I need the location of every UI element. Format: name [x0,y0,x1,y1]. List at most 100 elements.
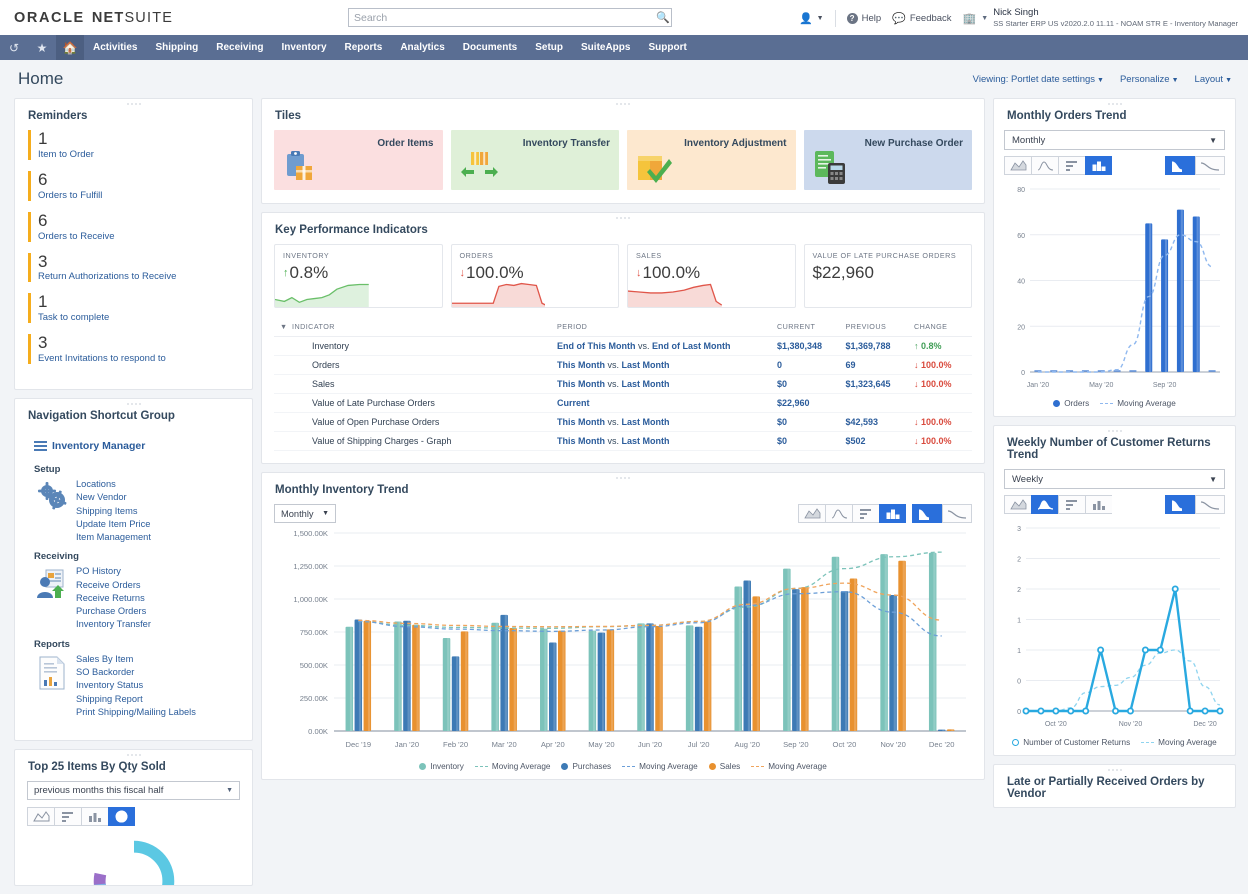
data-point[interactable] [1126,707,1134,715]
legend-item[interactable]: Moving Average [1141,738,1217,747]
area-chart-icon[interactable] [798,504,825,523]
orders-period-select[interactable]: Monthly ▼ [1004,130,1225,150]
curve-smooth-icon[interactable] [912,504,942,523]
shortcut-link[interactable]: Purchase Orders [76,605,151,617]
data-point[interactable] [1156,646,1164,654]
nav-item-suiteapps[interactable]: SuiteApps [572,35,639,60]
legend-item[interactable]: Orders [1053,399,1089,408]
legend-item[interactable]: Inventory [419,762,464,771]
data-point[interactable] [1037,707,1045,715]
nav-item-reports[interactable]: Reports [336,35,392,60]
tile-order-items[interactable]: Order Items [274,130,443,190]
search-input[interactable] [349,9,655,26]
kpi-card-value-of-late-purchase-orders[interactable]: VALUE OF LATE PURCHASE ORDERS $22,960 [803,244,972,308]
line-chart-icon[interactable] [1031,156,1058,175]
reminder-item[interactable]: 3 Event Invitations to respond to [28,334,239,365]
shortcut-link[interactable]: Shipping Report [76,693,196,705]
bar-horizontal-icon[interactable] [1058,495,1085,514]
legend-item[interactable]: Number of Customer Returns [1012,738,1130,747]
collapse-caret-icon[interactable]: ▼ [274,317,292,337]
reminder-label[interactable]: Task to complete [38,312,239,323]
reminder-item[interactable]: 6 Orders to Receive [28,211,239,242]
data-point[interactable] [1171,585,1179,593]
shortcut-link[interactable]: Sales By Item [76,653,196,665]
viewing-portlet-date-settings[interactable]: Viewing: Portlet date settings ▼ [973,74,1104,85]
reminder-label[interactable]: Event Invitations to respond to [38,353,239,364]
kpi-current[interactable]: $22,960 [777,393,846,413]
shortcut-link[interactable]: Item Management [76,531,151,543]
bar-horizontal-icon[interactable] [54,807,81,827]
kpi-previous[interactable]: 69 [845,355,914,375]
nav-item-receiving[interactable]: Receiving [207,35,272,60]
legend-item[interactable]: Sales [708,762,740,771]
nav-item-inventory[interactable]: Inventory [273,35,336,60]
kpi-card-orders[interactable]: ORDERS ↓ 100.0% [450,244,619,308]
tile-inventory-transfer[interactable]: Inventory Transfer [450,130,619,190]
nav-item-documents[interactable]: Documents [454,35,526,60]
kpi-previous[interactable]: $1,323,645 [845,374,914,394]
line-chart-icon[interactable] [825,504,852,523]
favorites-star-icon[interactable]: ★ [28,35,56,60]
shortcut-link[interactable]: Locations [76,478,151,490]
reminder-item[interactable]: 3 Return Authorizations to Receive [28,252,239,283]
data-point[interactable] [1052,707,1060,715]
shortcut-link[interactable]: Inventory Status [76,679,196,691]
data-point[interactable] [1022,707,1030,715]
data-point[interactable] [1112,707,1120,715]
bar-vertical-icon[interactable] [1085,495,1112,514]
kpi-current[interactable]: $0 [777,431,846,451]
bar-horizontal-icon[interactable] [852,504,879,523]
kpi-period[interactable]: Current [557,393,777,413]
home-icon[interactable]: 🏠 [56,35,84,60]
curve-flat-icon[interactable] [1195,495,1225,514]
reminder-item[interactable]: 1 Task to complete [28,293,239,324]
shortcut-link[interactable]: SO Backorder [76,666,196,678]
curve-flat-icon[interactable] [942,504,972,523]
tile-inventory-adjustment[interactable]: Inventory Adjustment [627,130,796,190]
donut-chart-icon[interactable] [108,807,135,827]
reminder-item[interactable]: 6 Orders to Fulfill [28,170,239,201]
kpi-row[interactable]: Value of Late Purchase Orders Current $22,… [274,393,972,413]
shortcut-link[interactable]: Inventory Transfer [76,618,151,630]
shortcut-group-header[interactable]: Inventory Manager [34,440,239,452]
legend-item[interactable]: Moving Average [474,762,550,771]
legend-item[interactable]: Moving Average [1100,399,1176,408]
kpi-period[interactable]: This Month vs. Last Month [557,431,777,451]
reminder-label[interactable]: Item to Order [38,149,239,160]
kpi-previous[interactable]: $502 [845,431,914,451]
kpi-card-sales[interactable]: SALES ↓ 100.0% [627,244,796,308]
feedback-button[interactable]: 💬 Feedback [892,12,951,25]
global-search[interactable]: 🔍 [348,8,672,27]
legend-item[interactable]: Purchases [561,762,611,771]
shortcut-link[interactable]: Print Shipping/Mailing Labels [76,706,196,718]
kpi-current[interactable]: $0 [777,412,846,432]
kpi-period[interactable]: This Month vs. Last Month [557,412,777,432]
kpi-previous[interactable] [845,393,914,413]
nav-item-support[interactable]: Support [639,35,695,60]
nav-item-setup[interactable]: Setup [526,35,572,60]
kpi-row[interactable]: Orders This Month vs. Last Month 0 69 ↓ 100.… [274,355,972,375]
shortcut-link[interactable]: Shipping Items [76,505,151,517]
data-point[interactable] [1067,707,1075,715]
kpi-period[interactable]: End of This Month vs. End of Last Month [557,336,777,356]
nav-item-shipping[interactable]: Shipping [146,35,207,60]
bar-vertical-icon[interactable] [879,504,906,523]
tile-new-purchase-order[interactable]: New Purchase Order [803,130,972,190]
curve-flat-icon[interactable] [1195,156,1225,175]
kpi-previous[interactable]: $42,593 [845,412,914,432]
kpi-period[interactable]: This Month vs. Last Month [557,374,777,394]
data-point[interactable] [1216,707,1224,715]
bar-vertical-icon[interactable] [1085,156,1112,175]
reminder-label[interactable]: Return Authorizations to Receive [38,271,239,282]
shortcut-link[interactable]: Receive Orders [76,579,151,591]
kpi-current[interactable]: 0 [777,355,846,375]
area-chart-icon[interactable] [1004,156,1031,175]
kpi-row[interactable]: Inventory End of This Month vs. End of La… [274,336,972,356]
user-settings-menu[interactable]: 👤 ▼ [799,12,824,25]
data-point[interactable] [1082,707,1090,715]
user-menu[interactable]: 🏢 ▼ Nick Singh SS Starter ERP US v2020.2… [963,7,1238,29]
bar-horizontal-icon[interactable] [1058,156,1085,175]
data-point[interactable] [1097,646,1105,654]
recent-records-icon[interactable]: ↺ [0,35,28,60]
data-point[interactable] [1141,646,1149,654]
